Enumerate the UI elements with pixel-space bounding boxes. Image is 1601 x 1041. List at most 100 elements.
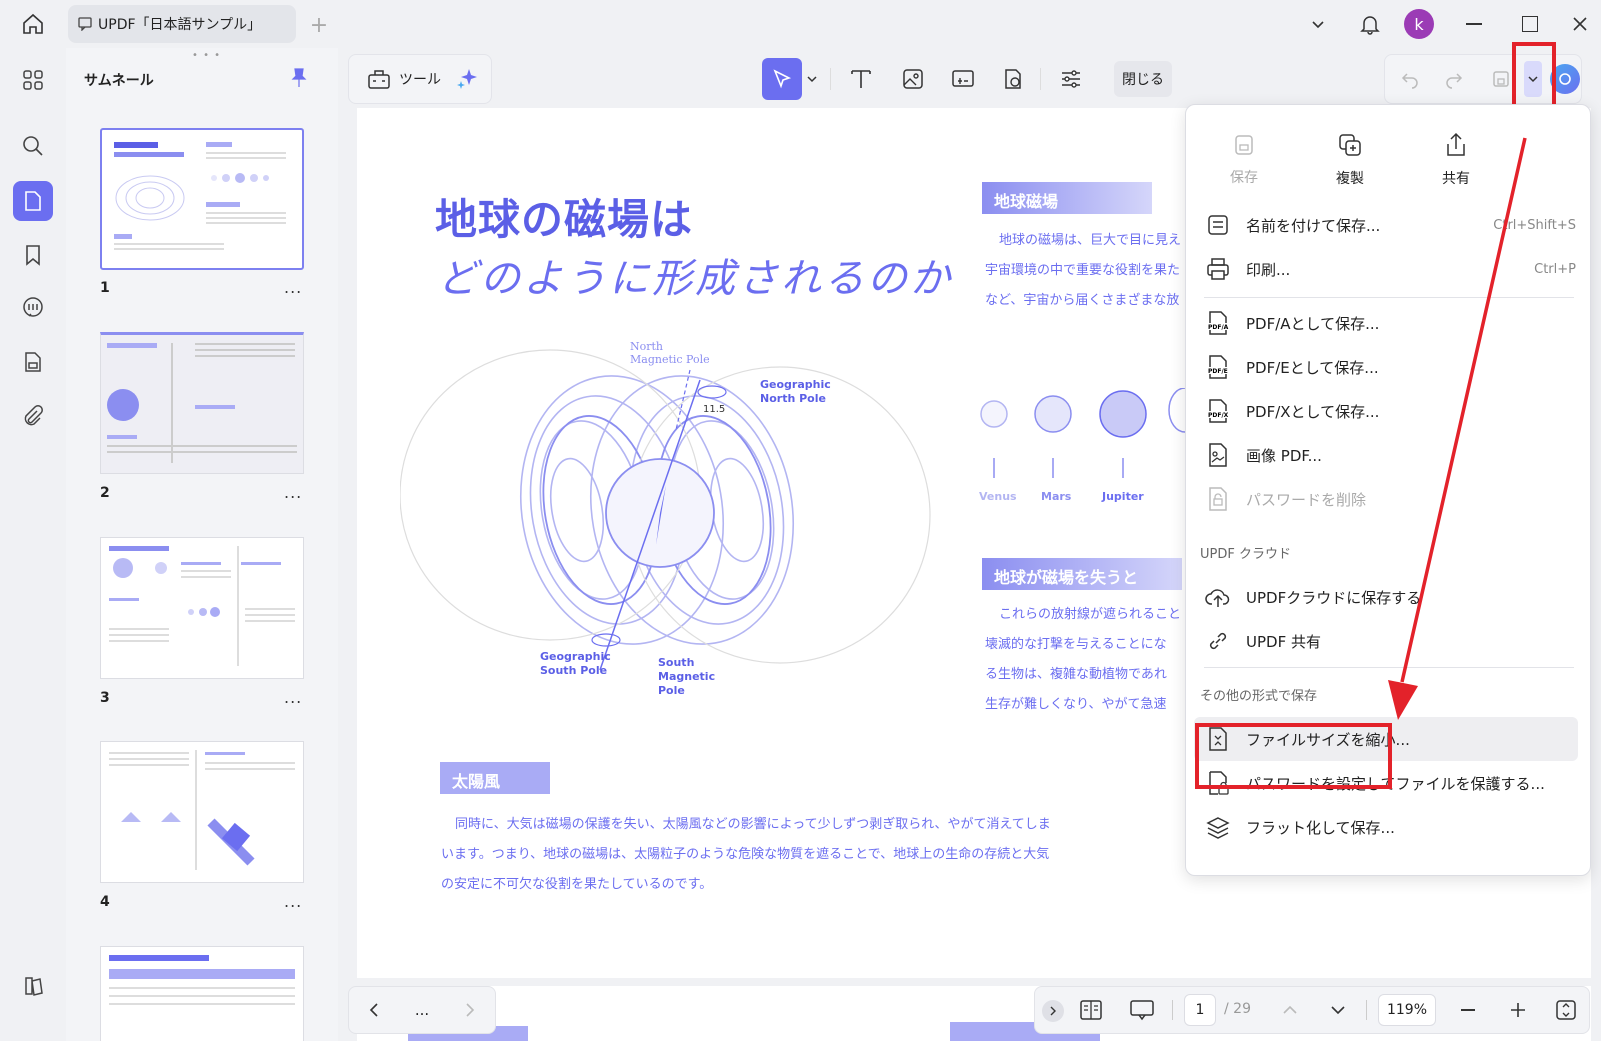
thumbnail-number: 3: [100, 690, 110, 706]
chevron-down-icon[interactable]: [804, 70, 820, 88]
menu-item-image-pdf[interactable]: 画像 PDF...: [1186, 433, 1592, 477]
bookmark-icon[interactable]: [13, 235, 53, 275]
grid-icon[interactable]: [13, 60, 53, 100]
save-icon[interactable]: [1488, 64, 1514, 94]
svg-text:PDF/A: PDF/A: [1208, 324, 1229, 331]
pdfx-icon: PDF/X: [1204, 397, 1232, 425]
printer-icon: [1204, 255, 1232, 283]
menu-item-pdfa[interactable]: PDF/A PDF/Aとして保存...: [1186, 301, 1592, 345]
thumbnail-page-2[interactable]: [100, 332, 304, 474]
thumbnail-icon[interactable]: [13, 181, 53, 221]
divider: [830, 68, 831, 90]
tilt-angle-label: 11.5: [703, 404, 726, 415]
cursor-icon: [762, 58, 802, 100]
dropdown-highlight-box: [1512, 42, 1556, 112]
new-tab-button[interactable]: +: [306, 12, 332, 38]
chevron-right-icon[interactable]: [1042, 1000, 1064, 1022]
save-as-icon: [1204, 211, 1232, 239]
document-tab[interactable]: UPDF「日本語サンプル」: [68, 5, 296, 43]
thumbnail-more-button[interactable]: ...: [284, 688, 302, 707]
pdfe-icon: PDF/E: [1204, 353, 1232, 381]
undo-icon[interactable]: [1396, 64, 1424, 94]
link-tool-icon[interactable]: [948, 64, 978, 94]
title-bar: UPDF「日本語サンプル」 + k: [0, 0, 1601, 48]
svg-text:PDF/X: PDF/X: [1208, 412, 1229, 419]
menu-item-pdfe[interactable]: PDF/E PDF/Eとして保存...: [1186, 345, 1592, 389]
next-icon[interactable]: [456, 996, 484, 1024]
planet-label: Mars: [1041, 490, 1072, 503]
image-tool-icon[interactable]: [898, 64, 928, 94]
fit-page-icon[interactable]: [1552, 996, 1580, 1024]
menu-item-print[interactable]: 印刷... Ctrl+P: [1186, 247, 1592, 291]
doc-title: 地球の磁場は: [435, 195, 694, 244]
link-icon: [1204, 627, 1232, 655]
text-tool-icon[interactable]: [846, 64, 876, 94]
menu-item-remove-password[interactable]: パスワードを削除: [1186, 477, 1592, 521]
section-heading: 太陽風: [440, 762, 550, 794]
select-tool-button[interactable]: [762, 58, 802, 100]
zoom-in-icon[interactable]: [1504, 996, 1532, 1024]
redo-icon[interactable]: [1440, 64, 1468, 94]
divider: [1040, 68, 1041, 90]
image-pdf-icon: [1204, 441, 1232, 469]
menu-item-updf-share[interactable]: UPDF 共有: [1186, 619, 1592, 663]
geographic-south-label: Geographic South Pole: [540, 650, 611, 677]
page-layout-icon[interactable]: [1076, 996, 1106, 1024]
comment-icon[interactable]: [13, 288, 53, 328]
chevron-down-icon[interactable]: [1306, 12, 1330, 36]
menu-save-button[interactable]: 保存: [1204, 125, 1284, 195]
page-number-input[interactable]: 1: [1184, 994, 1216, 1026]
presentation-icon[interactable]: [1126, 996, 1158, 1024]
pin-icon[interactable]: [288, 66, 310, 90]
section-heading: 地球が磁場を失うと: [982, 558, 1182, 590]
home-icon[interactable]: [16, 8, 50, 40]
close-icon[interactable]: [1566, 12, 1594, 36]
duplicate-icon: [1337, 132, 1363, 158]
stamp-tool-icon[interactable]: [998, 64, 1028, 94]
thumbnail-page-5[interactable]: [100, 946, 304, 1041]
thumbnail-page-4[interactable]: [100, 741, 304, 883]
north-magnetic-label: North Magnetic Pole: [630, 340, 710, 366]
thumbnail-more-button[interactable]: ...: [284, 483, 302, 502]
layers-icon[interactable]: [13, 966, 53, 1006]
menu-share-button[interactable]: 共有: [1416, 125, 1496, 195]
thumbnail-more-button[interactable]: ...: [284, 892, 302, 911]
cloud-upload-icon: [1204, 583, 1232, 611]
minimize-icon[interactable]: [1460, 12, 1488, 36]
thumbnail-number: 2: [100, 485, 110, 501]
thumbnail-page-3[interactable]: [100, 537, 304, 679]
maximize-icon[interactable]: [1516, 12, 1544, 36]
thumbnail-number: 1: [100, 280, 110, 296]
ai-sparkle-icon[interactable]: [452, 64, 482, 94]
page-up-icon[interactable]: [1276, 996, 1304, 1024]
planet-label: Venus: [979, 490, 1017, 503]
zoom-out-icon[interactable]: [1454, 996, 1482, 1024]
menu-item-save-as[interactable]: 名前を付けて保存... Ctrl+Shift+S: [1186, 203, 1592, 247]
flatten-layers-icon: [1204, 813, 1232, 841]
menu-item-flatten[interactable]: フラット化して保存...: [1186, 805, 1592, 849]
panel-title: サムネール: [84, 73, 154, 89]
menu-item-pdfx[interactable]: PDF/X PDF/Xとして保存...: [1186, 389, 1592, 433]
thumbnail-number: 4: [100, 894, 110, 910]
other-formats-section-label: その他の形式で保存: [1200, 689, 1318, 704]
search-icon[interactable]: [13, 126, 53, 166]
menu-item-save-cloud[interactable]: UPDFクラウドに保存する: [1186, 575, 1592, 619]
resize-handle[interactable]: • • •: [192, 50, 221, 61]
paperclip-icon[interactable]: [13, 396, 53, 436]
avatar[interactable]: k: [1404, 9, 1434, 39]
thumbnail-more-button[interactable]: ...: [284, 278, 302, 297]
page-down-icon[interactable]: [1324, 996, 1352, 1024]
tools-button[interactable]: ツール: [360, 64, 448, 94]
bell-icon[interactable]: [1356, 10, 1384, 38]
zoom-input[interactable]: 119%: [1378, 994, 1436, 1026]
geographic-north-label: Geographic North Pole: [760, 378, 831, 405]
thumbnail-page-1[interactable]: [100, 128, 304, 270]
previous-icon[interactable]: [360, 996, 388, 1024]
left-rail: [0, 48, 66, 1041]
close-edit-button[interactable]: 閉じる: [1114, 61, 1172, 97]
properties-icon[interactable]: [1056, 64, 1086, 94]
menu-duplicate-button[interactable]: 複製: [1310, 125, 1390, 195]
attachment-page-icon[interactable]: [13, 342, 53, 382]
solar-wind-text: 同時に、大気は磁場の保護を失い、太陽風などの影響によって少しずつ剥ぎ取られ、やが…: [441, 817, 1051, 892]
more-button[interactable]: ...: [408, 996, 436, 1024]
